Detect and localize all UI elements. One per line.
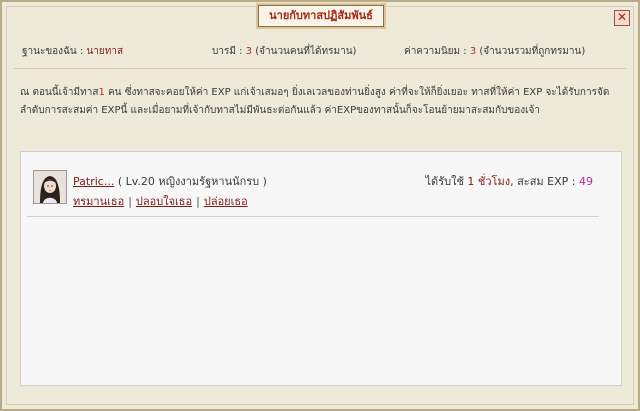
description-text: ณ ตอนนี้เจ้ามีทาส1 คน ซึ่งทาสจะคอยให้ค่า…: [20, 84, 620, 120]
merit-label: บารมี :: [212, 46, 243, 57]
status-value: นายทาส: [86, 46, 124, 57]
info-row: ฐานะของฉัน : นายทาส บารมี : 3 (จำนวนคนที…: [22, 44, 620, 58]
separator: |: [128, 195, 132, 208]
merit-value: 3: [245, 46, 253, 57]
separator: |: [196, 195, 200, 208]
portrait-icon: [34, 171, 66, 203]
slave-details: ( Lv.20 หญิงงามรัฐหานนักรบ ): [117, 175, 267, 188]
description-part2: คน ซึ่งทาสจะคอยให้ค่า EXP แก่เจ้าเสมอๆ ย…: [20, 87, 610, 116]
service-time: 1 ชั่วโมง: [467, 175, 511, 188]
status-label: ฐานะของฉัน :: [22, 46, 84, 57]
divider: [14, 68, 626, 69]
torture-link[interactable]: ทรมานเธอ: [73, 195, 124, 208]
status-field: ฐานะของฉัน : นายทาส: [22, 44, 123, 59]
slave-list-panel: Patric... ( Lv.20 หญิงงามรัฐหานนักรบ ) ท…: [20, 151, 622, 386]
dialog-title: นายกับทาสปฏิสัมพันธ์: [258, 5, 384, 27]
description-part1: ณ ตอนนี้เจ้ามีทาส: [20, 87, 99, 98]
comfort-link[interactable]: ปลอบใจเธอ: [136, 195, 192, 208]
exp-value: 49: [579, 175, 593, 188]
exp-info: ได้รับใช้ 1 ชั่วโมง, สะสม EXP : 49: [426, 172, 593, 190]
exp-prefix: ได้รับใช้: [425, 175, 464, 188]
row-divider: [27, 216, 599, 217]
release-link[interactable]: ปล่อยเธอ: [204, 195, 248, 208]
popularity-note: (จำนวนรวมที่ถูกทรมาน): [479, 46, 586, 57]
merit-note: (จำนวนคนที่ได้ทรมาน): [255, 46, 357, 57]
exp-mid: , สะสม EXP :: [510, 175, 576, 188]
slave-name-link[interactable]: Patric...: [73, 175, 114, 188]
close-icon[interactable]: ✕: [614, 10, 630, 26]
slave-name-line: Patric... ( Lv.20 หญิงงามรัฐหานนักรบ ): [73, 172, 267, 190]
popularity-label: ค่าความนิยม :: [404, 46, 467, 57]
slave-actions: ทรมานเธอ | ปลอบใจเธอ | ปล่อยเธอ: [73, 192, 248, 210]
popularity-value: 3: [469, 46, 477, 57]
slave-avatar[interactable]: [33, 170, 67, 204]
merit-field: บารมี : 3 (จำนวนคนที่ได้ทรมาน): [212, 44, 356, 59]
popularity-field: ค่าความนิยม : 3 (จำนวนรวมที่ถูกทรมาน): [404, 44, 585, 59]
